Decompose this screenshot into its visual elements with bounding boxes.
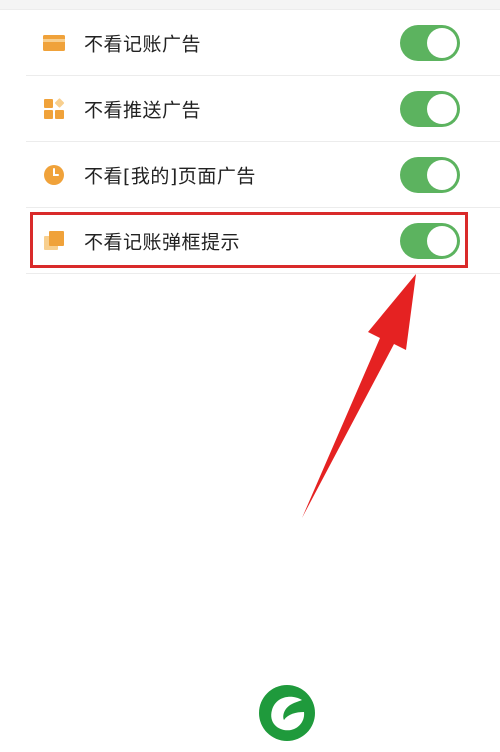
setting-row-push-ads: 不看推送广告 bbox=[0, 76, 500, 142]
toggle-knob bbox=[427, 160, 457, 190]
setting-label: 不看[我的]页面广告 bbox=[84, 165, 256, 188]
setting-label: 不看推送广告 bbox=[84, 99, 202, 122]
setting-row-bookkeeping-ads: 不看记账广告 bbox=[0, 10, 500, 76]
toggle-knob bbox=[427, 226, 457, 256]
setting-label: 不看记账弹框提示 bbox=[84, 231, 241, 254]
bookkeeping-popup-toggle[interactable] bbox=[400, 223, 460, 259]
setting-row-my-page-ads: 不看[我的]页面广告 bbox=[0, 142, 500, 208]
push-ads-toggle[interactable] bbox=[400, 91, 460, 127]
grid-icon bbox=[43, 98, 65, 120]
my-page-ads-toggle[interactable] bbox=[400, 157, 460, 193]
toggle-knob bbox=[427, 94, 457, 124]
settings-page: 不看记账广告 不看推送广告 不看[我的]页面广告 不看记账弹框提示 bbox=[0, 0, 500, 752]
setting-label: 不看记账广告 bbox=[84, 33, 202, 56]
popup-icon bbox=[43, 230, 65, 252]
toggle-knob bbox=[427, 28, 457, 58]
leaf-logo-icon bbox=[259, 685, 315, 741]
card-icon bbox=[43, 32, 65, 54]
top-edge bbox=[0, 0, 500, 10]
clock-icon bbox=[43, 164, 65, 186]
setting-row-bookkeeping-popup: 不看记账弹框提示 bbox=[0, 208, 500, 274]
bookkeeping-ads-toggle[interactable] bbox=[400, 25, 460, 61]
settings-list: 不看记账广告 不看推送广告 不看[我的]页面广告 不看记账弹框提示 bbox=[0, 10, 500, 274]
